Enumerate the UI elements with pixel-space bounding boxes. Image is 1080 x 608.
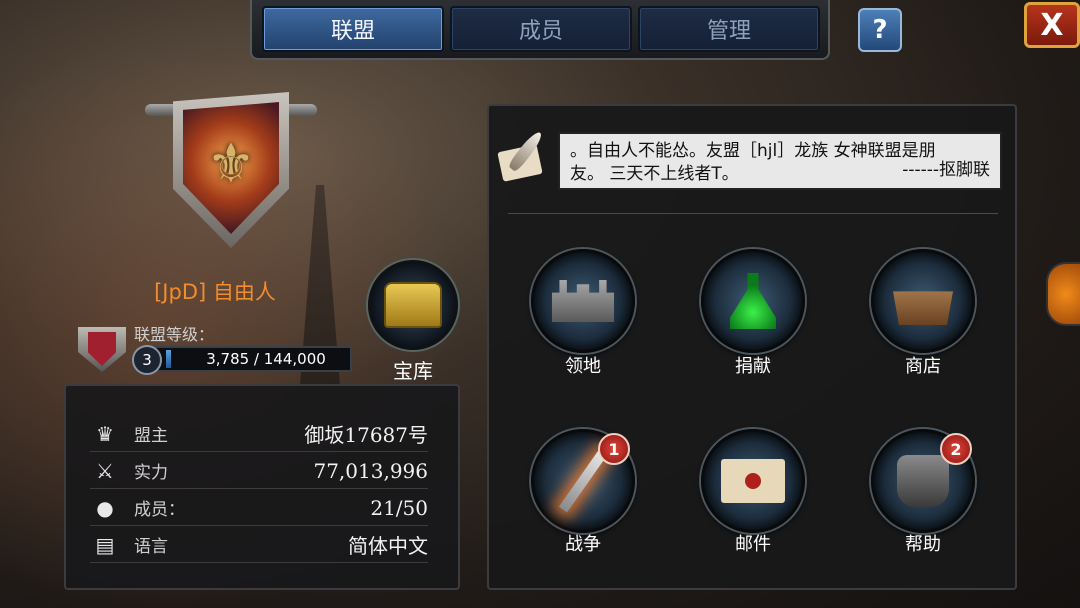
side-event-tab[interactable]: [1046, 262, 1080, 326]
donate-button[interactable]: [701, 249, 805, 353]
mail-icon: [721, 459, 785, 503]
shop-button[interactable]: [871, 249, 975, 353]
stat-label: 实力: [134, 463, 168, 483]
quill-icon[interactable]: [497, 128, 558, 182]
war-badge: 1: [598, 433, 630, 465]
shop-label: 商店: [905, 356, 941, 377]
castle-icon: [552, 280, 614, 322]
alliance-xp-bar: 3,785 / 144,000: [150, 346, 352, 372]
help-button[interactable]: ?: [858, 8, 902, 52]
tab-bar: 联盟 成员 管理: [250, 0, 830, 60]
emblem-inner: ⚜: [183, 102, 279, 234]
potion-icon: [730, 273, 776, 329]
gauntlet-icon: [897, 455, 949, 507]
stat-row-language: ▤ 语言 简体中文: [90, 527, 428, 563]
stat-value: 御坂17687号: [304, 423, 428, 447]
person-icon: ●: [96, 495, 114, 520]
stat-label: 成员：: [134, 500, 185, 520]
alliance-xp-text: 3,785 / 144,000: [206, 350, 326, 368]
alliance-stats-panel: ♛ 盟主 御坂17687号 ⚔ 实力 77,013,996 ● 成员： 21/5…: [64, 384, 460, 590]
stat-row-members: ● 成员： 21/50: [90, 490, 428, 526]
tab-members[interactable]: 成员: [450, 6, 632, 52]
help-badge: 2: [940, 433, 972, 465]
territory-button[interactable]: [531, 249, 635, 353]
treasury-label: 宝库: [393, 359, 433, 383]
donate-label: 捐献: [735, 356, 771, 377]
alliance-level-number: 3: [132, 345, 162, 375]
mail-button[interactable]: [701, 429, 805, 533]
crossed-swords-icon: ⚔: [96, 458, 114, 483]
crown-icon: ♛: [96, 421, 114, 446]
stat-value: 77,013,996: [313, 458, 428, 483]
war-label: 战争: [565, 534, 601, 555]
stat-value: 21/50: [370, 495, 428, 520]
alliance-name: [JpD] 自由人: [154, 280, 276, 304]
fleur-de-lis-icon: ⚜: [206, 131, 256, 195]
stat-value: 简体中文: [348, 534, 428, 558]
alliance-notice: 。自由人不能怂。友盟［hjl］龙族 女神联盟是朋 友。 三天不上线者T。 ---…: [558, 132, 1002, 190]
close-button[interactable]: X: [1024, 2, 1080, 48]
treasury-button[interactable]: [368, 260, 458, 350]
territory-label: 领地: [565, 356, 601, 377]
stat-label: 语言: [134, 537, 168, 557]
mail-label: 邮件: [735, 534, 771, 555]
notice-signature: ------抠脚联: [902, 160, 990, 180]
alliance-level-label: 联盟等级：: [134, 325, 215, 344]
alliance-emblem: ⚜: [145, 92, 317, 252]
panel-divider: [508, 213, 998, 214]
tab-alliance[interactable]: 联盟: [262, 6, 444, 52]
treasure-chest-icon: [384, 282, 442, 328]
stat-label: 盟主: [134, 426, 168, 446]
help-alliance-label: 帮助: [905, 534, 941, 555]
sword-icon: [558, 449, 608, 513]
stat-row-power: ⚔ 实力 77,013,996: [90, 453, 428, 489]
tab-manage[interactable]: 管理: [638, 6, 820, 52]
speech-bubble-icon: ▤: [95, 532, 115, 557]
stat-row-leader: ♛ 盟主 御坂17687号: [90, 416, 428, 452]
shop-icon: [893, 291, 953, 325]
